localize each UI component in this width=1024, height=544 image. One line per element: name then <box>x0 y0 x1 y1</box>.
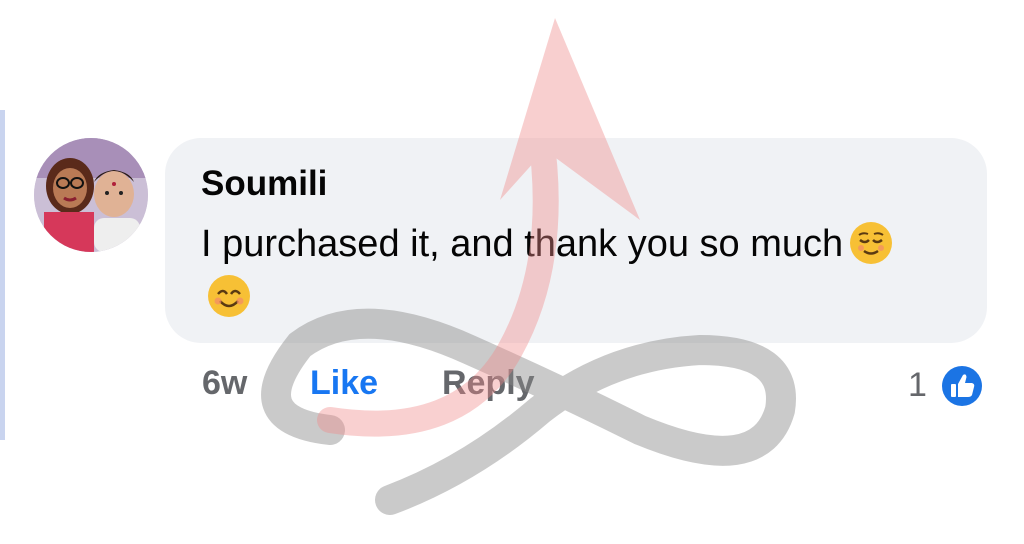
like-button[interactable]: Like <box>310 364 378 403</box>
reply-button[interactable]: Reply <box>442 364 535 403</box>
thread-line <box>0 110 5 440</box>
relieved-face-emoji <box>849 221 893 265</box>
comment-text-wrapper: I purchased it, and thank you so much <box>201 218 901 324</box>
comment-timestamp[interactable]: 6w <box>202 364 247 403</box>
thumbs-up-icon <box>938 362 986 410</box>
avatar-photo <box>34 138 148 252</box>
avatar[interactable] <box>34 138 148 252</box>
smiling-face-emoji <box>207 274 251 318</box>
comment-author[interactable]: Soumili <box>201 164 327 204</box>
comment-text: I purchased it, and thank you so much <box>201 223 844 265</box>
reaction-count: 1 <box>908 366 927 404</box>
comment-bubble: Soumili I purchased it, and thank you so… <box>165 138 987 343</box>
